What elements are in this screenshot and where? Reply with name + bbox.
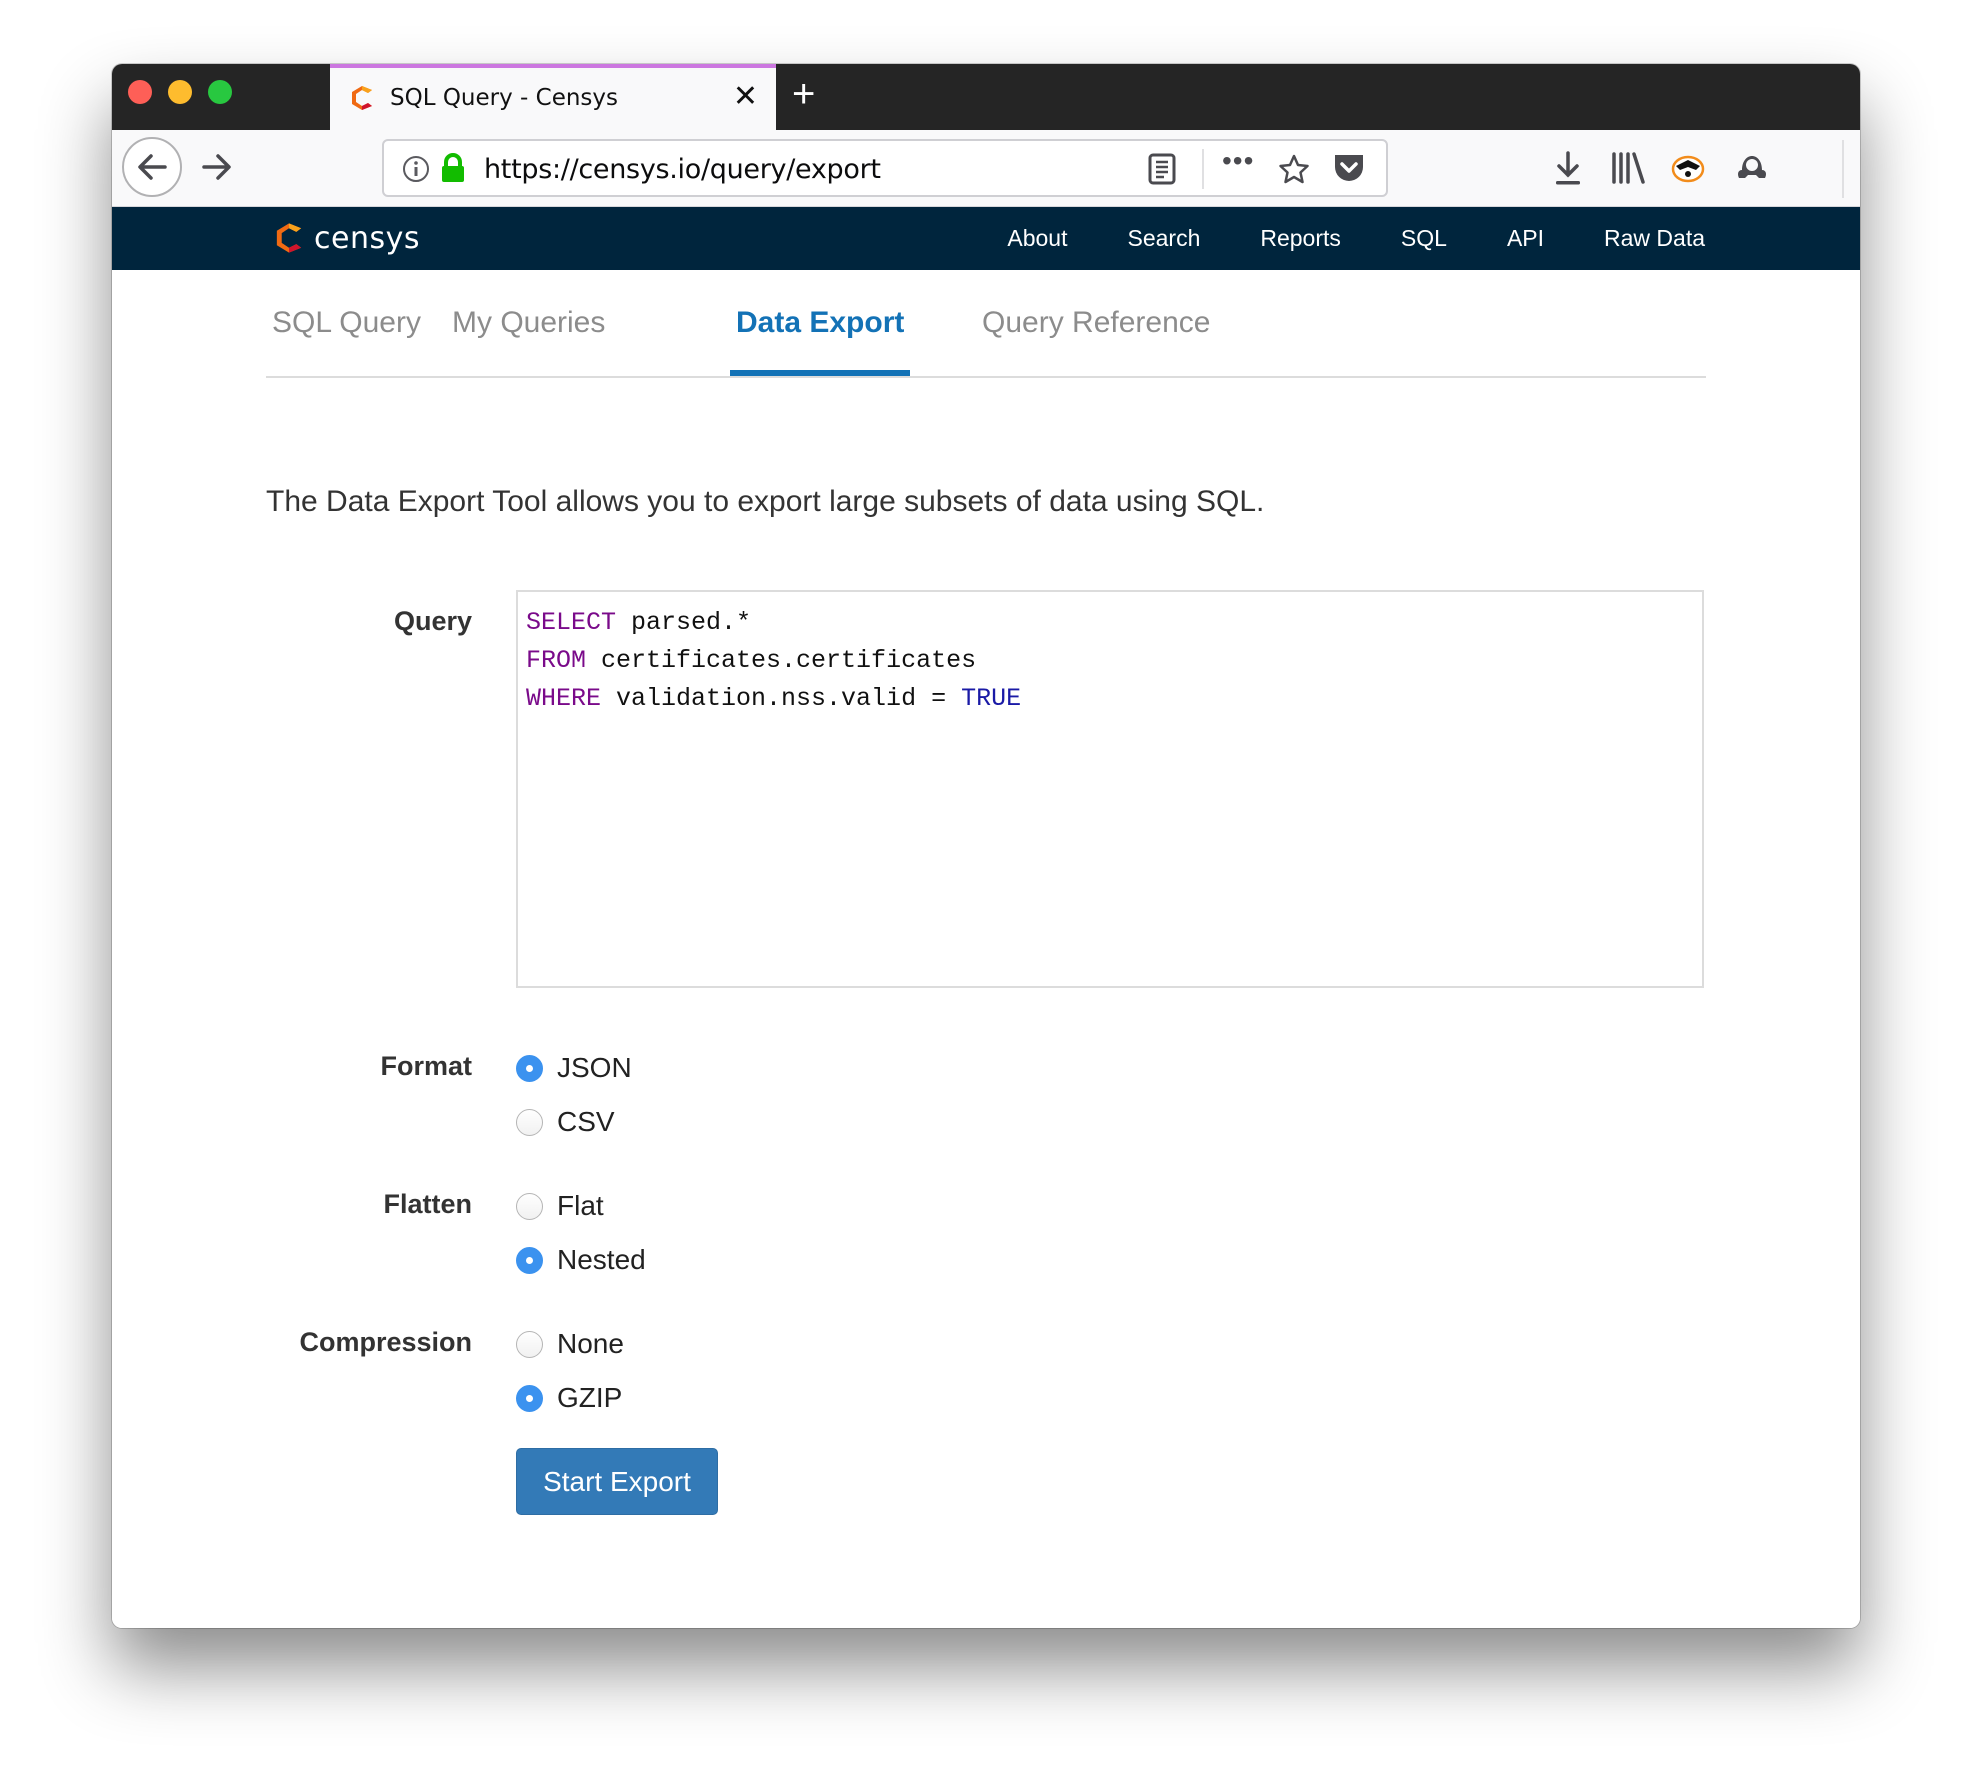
- close-icon[interactable]: ✕: [733, 80, 758, 114]
- radio-csv[interactable]: [516, 1108, 543, 1136]
- tab-sql-query[interactable]: SQL Query: [266, 306, 427, 376]
- query-line: WHERE validation.nss.valid = TRUE: [526, 684, 1022, 713]
- nav-raw-data[interactable]: Raw Data: [1604, 225, 1705, 252]
- privacy-badger-icon[interactable]: [1670, 150, 1706, 186]
- format-json-option[interactable]: JSON: [516, 1052, 632, 1084]
- flatten-label: Flatten: [383, 1189, 472, 1219]
- window-minimize-button[interactable]: [168, 80, 192, 104]
- bookmark-star-icon[interactable]: [1278, 153, 1310, 185]
- reader-view-icon[interactable]: [1148, 153, 1176, 185]
- radio-json[interactable]: [516, 1054, 543, 1082]
- sub-tabs: SQL Query My Queries Data Export Query R…: [266, 270, 1706, 378]
- window-close-button[interactable]: [128, 80, 152, 104]
- browser-tab[interactable]: SQL Query - Censys ✕: [330, 64, 776, 130]
- tab-title: SQL Query - Censys: [390, 85, 619, 111]
- query-line: SELECT parsed.*: [526, 608, 752, 637]
- censys-favicon-icon: [352, 86, 372, 110]
- url-separator: [1202, 149, 1204, 189]
- download-icon[interactable]: [1552, 150, 1584, 186]
- pocket-icon[interactable]: [1332, 152, 1366, 184]
- toolbar-separator: [1842, 140, 1844, 198]
- tab-data-export[interactable]: Data Export: [730, 306, 911, 376]
- page-content: censys About Search Reports SQL API Raw …: [112, 207, 1860, 1628]
- radio-gzip[interactable]: [516, 1384, 543, 1412]
- more-icon[interactable]: •••: [1222, 145, 1254, 177]
- url-text[interactable]: https://censys.io/query/export: [484, 154, 881, 185]
- site-navbar: censys About Search Reports SQL API Raw …: [112, 207, 1860, 270]
- info-icon[interactable]: [402, 155, 430, 183]
- site-nav-links: About Search Reports SQL API Raw Data: [947, 207, 1705, 270]
- format-csv-option[interactable]: CSV: [516, 1106, 615, 1138]
- nav-search[interactable]: Search: [1127, 225, 1200, 252]
- query-line: FROM certificates.certificates: [526, 646, 977, 675]
- format-label: Format: [380, 1051, 472, 1081]
- plus-icon[interactable]: +: [792, 72, 815, 116]
- forward-arrow-icon: [202, 154, 231, 180]
- flatten-nested-option[interactable]: Nested: [516, 1244, 646, 1276]
- tab-query-reference[interactable]: Query Reference: [976, 306, 1216, 376]
- compression-label: Compression: [299, 1327, 472, 1357]
- nav-about[interactable]: About: [1007, 225, 1067, 252]
- nav-api[interactable]: API: [1507, 225, 1544, 252]
- nav-reports[interactable]: Reports: [1260, 225, 1341, 252]
- flatten-flat-option[interactable]: Flat: [516, 1190, 604, 1222]
- library-icon[interactable]: [1610, 150, 1646, 186]
- start-export-button[interactable]: Start Export: [516, 1448, 718, 1515]
- tab-my-queries[interactable]: My Queries: [446, 306, 611, 376]
- lock-icon: [442, 153, 464, 182]
- back-button[interactable]: [122, 137, 182, 197]
- radio-flat[interactable]: [516, 1192, 543, 1220]
- compression-none-option[interactable]: None: [516, 1328, 624, 1360]
- window-maximize-button[interactable]: [208, 80, 232, 104]
- compression-gzip-option[interactable]: GZIP: [516, 1382, 622, 1414]
- back-arrow-icon: [138, 154, 167, 180]
- censys-logo-icon: [276, 223, 302, 253]
- nav-sql[interactable]: SQL: [1401, 225, 1447, 252]
- radio-none[interactable]: [516, 1330, 543, 1358]
- extension-icon[interactable]: [1734, 150, 1770, 186]
- navigation-toolbar: https://censys.io/query/export •••: [112, 130, 1860, 207]
- logo-text: censys: [314, 220, 420, 256]
- page-description: The Data Export Tool allows you to expor…: [266, 485, 1265, 518]
- radio-nested[interactable]: [516, 1246, 543, 1274]
- query-label: Query: [393, 606, 472, 636]
- query-editor[interactable]: SELECT parsed.* FROM certificates.certif…: [516, 590, 1704, 988]
- censys-logo[interactable]: censys: [272, 219, 420, 257]
- browser-window: SQL Query - Censys ✕ + https://censys.io…: [112, 64, 1860, 1628]
- title-bar: SQL Query - Censys ✕ +: [112, 64, 1860, 130]
- forward-button[interactable]: [194, 144, 240, 190]
- address-bar[interactable]: https://censys.io/query/export •••: [382, 139, 1388, 197]
